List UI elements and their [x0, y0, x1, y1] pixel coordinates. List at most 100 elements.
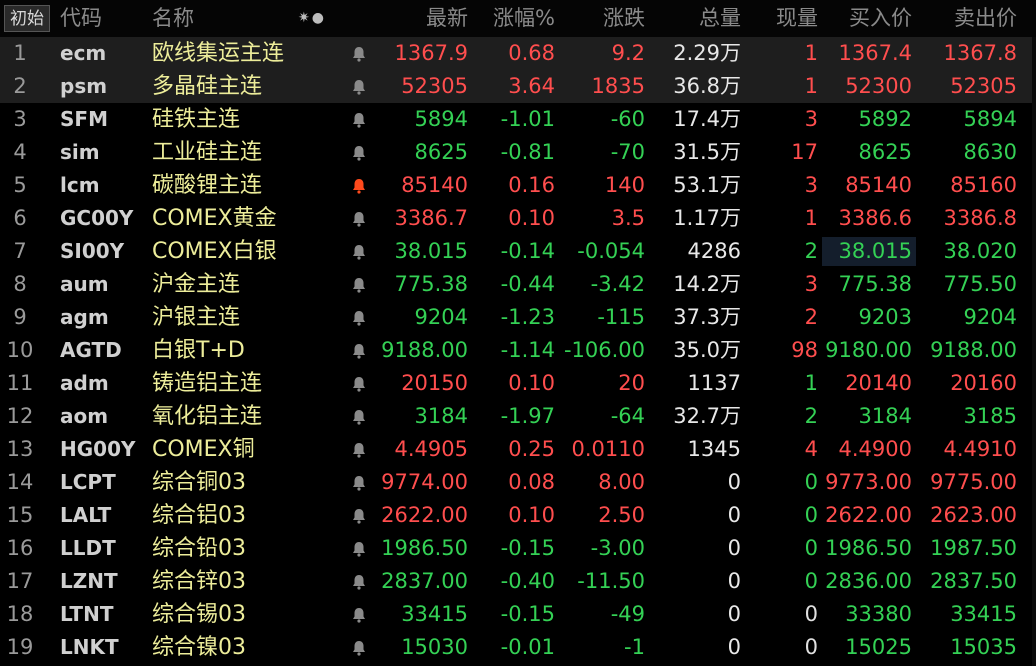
table-row[interactable]: 7 SI00Y COMEX白银 38.015 -0.14 -0.054 4286 2 38.01… — [0, 235, 1036, 268]
alert-bell-icon[interactable] — [350, 144, 368, 162]
col-last-header[interactable]: 最新 — [370, 0, 468, 37]
ask-price: 9775.00 — [930, 470, 1017, 494]
ask-price: 9188.00 — [930, 338, 1017, 362]
table-row[interactable]: 16 LLDT 综合铅03 1986.50 -0.15 -3.00 0 0 1986.50 198… — [0, 532, 1036, 565]
alert-bell-icon[interactable] — [350, 243, 368, 261]
change-percent: 0.10 — [508, 371, 555, 395]
alert-bell-icon[interactable] — [350, 639, 368, 657]
row-index: 6 — [13, 206, 27, 230]
col-cur-header[interactable]: 现量 — [742, 0, 818, 37]
table-row[interactable]: 17 LZNT 综合锌03 2837.00 -0.40 -11.50 0 0 2836.00 28… — [0, 565, 1036, 598]
volume-value: 4286 — [687, 239, 741, 263]
bid-price: 3184 — [858, 404, 912, 428]
table-row[interactable]: 3 SFM 硅铁主连 5894 -1.01 -60 17.4万 3 5892 5894 — [0, 103, 1036, 136]
current-volume: 0 — [804, 602, 818, 626]
ask-price: 775.50 — [943, 272, 1017, 296]
instrument-name: 综合铝03 — [152, 503, 246, 528]
table-row[interactable]: 18 LTNT 综合锡03 33415 -0.15 -49 0 0 33380 33415 — [0, 598, 1036, 631]
alert-bell-icon[interactable] — [350, 177, 368, 195]
last-price: 38.015 — [394, 239, 468, 263]
alert-filter-icon[interactable]: ✷● — [298, 0, 326, 37]
row-index: 2 — [13, 74, 27, 98]
table-row[interactable]: 4 sim 工业硅主连 8625 -0.81 -70 31.5万 17 8625 8630 — [0, 136, 1036, 169]
last-price: 85140 — [401, 173, 468, 197]
alert-bell-icon[interactable] — [350, 375, 368, 393]
table-row[interactable]: 1 ecm 欧线集运主连 1367.9 0.68 9.2 2.29万 1 1367.4 1367.… — [0, 37, 1036, 70]
ask-price: 4.4910 — [943, 437, 1017, 461]
bid-price: 38.015 — [838, 239, 912, 263]
alert-bell-icon[interactable] — [350, 342, 368, 360]
table-row[interactable]: 10 AGTD 白银T+D 9188.00 -1.14 -106.00 35.0万 98 918… — [0, 334, 1036, 367]
instrument-code: adm — [60, 371, 109, 395]
change-percent: -1.23 — [500, 305, 555, 329]
current-volume: 0 — [804, 569, 818, 593]
change-amount: -3.42 — [590, 272, 645, 296]
change-percent: -0.01 — [500, 635, 555, 659]
volume-unit: 万 — [720, 272, 741, 296]
col-code-header[interactable]: 代码 — [60, 0, 102, 37]
col-bid-header[interactable]: 买入价 — [820, 0, 912, 37]
alert-bell-icon[interactable] — [350, 573, 368, 591]
table-row[interactable]: 8 aum 沪金主连 775.38 -0.44 -3.42 14.2万 3 775.38 775.… — [0, 268, 1036, 301]
current-volume: 3 — [804, 272, 818, 296]
table-row[interactable]: 2 psm 多晶硅主连 52305 3.64 1835 36.8万 1 52300 52305 — [0, 70, 1036, 103]
last-price: 775.38 — [394, 272, 468, 296]
alert-bell-icon[interactable] — [350, 210, 368, 228]
total-volume: 0 — [645, 532, 741, 565]
last-price: 9204 — [414, 305, 468, 329]
volume-value: 31.5 — [673, 140, 720, 164]
change-amount: -64 — [610, 404, 645, 428]
ask-price: 20160 — [950, 371, 1017, 395]
bid-price: 3386.6 — [838, 206, 912, 230]
instrument-name: 多晶硅主连 — [152, 74, 263, 99]
alert-bell-icon[interactable] — [350, 111, 368, 129]
change-percent: 0.25 — [508, 437, 555, 461]
quote-table: 初始 代码 名称 ✷● 最新 涨幅% 涨跌 总量 现量 买入价 卖出价 1 ecm… — [0, 0, 1036, 666]
alert-bell-icon[interactable] — [350, 309, 368, 327]
instrument-name: 碳酸锂主连 — [152, 173, 263, 198]
col-chg-header[interactable]: 涨跌 — [556, 0, 645, 37]
instrument-name: 白银T+D — [152, 338, 245, 363]
volume-unit: 万 — [720, 140, 741, 164]
alert-bell-icon[interactable] — [350, 276, 368, 294]
change-percent: -0.44 — [500, 272, 555, 296]
scrollbar[interactable] — [1032, 37, 1036, 666]
ask-price: 38.020 — [943, 239, 1017, 263]
table-row[interactable]: 14 LCPT 综合铜03 9774.00 0.08 8.00 0 0 9773.00 9775.… — [0, 466, 1036, 499]
instrument-code: sim — [60, 140, 100, 164]
change-amount: -49 — [610, 602, 645, 626]
reset-sort-button[interactable]: 初始 — [4, 5, 50, 32]
total-volume: 14.2万 — [645, 268, 741, 301]
col-pct-header[interactable]: 涨幅% — [470, 0, 555, 37]
table-row[interactable]: 15 LALT 综合铝03 2622.00 0.10 2.50 0 0 2622.00 2623.… — [0, 499, 1036, 532]
bid-price: 2836.00 — [825, 569, 912, 593]
alert-bell-icon[interactable] — [350, 474, 368, 492]
col-name-header[interactable]: 名称 — [152, 0, 194, 37]
volume-value: 37.3 — [673, 305, 720, 329]
table-row[interactable]: 6 GC00Y COMEX黄金 3386.7 0.10 3.5 1.17万 1 3386.6 33… — [0, 202, 1036, 235]
bid-price: 20140 — [845, 371, 912, 395]
col-ask-header[interactable]: 卖出价 — [915, 0, 1017, 37]
alert-bell-icon[interactable] — [350, 78, 368, 96]
bid-price: 1986.50 — [825, 536, 912, 560]
table-row[interactable]: 19 LNKT 综合镍03 15030 -0.01 -1 0 0 15025 15035 — [0, 631, 1036, 664]
table-row[interactable]: 11 adm 铸造铝主连 20150 0.10 20 1137 1 20140 20160 — [0, 367, 1036, 400]
alert-bell-icon[interactable] — [350, 606, 368, 624]
instrument-name: 欧线集运主连 — [152, 41, 285, 66]
table-row[interactable]: 5 lcm 碳酸锂主连 85140 0.16 140 53.1万 3 85140 85160 — [0, 169, 1036, 202]
volume-value: 36.8 — [673, 74, 720, 98]
table-row[interactable]: 13 HG00Y COMEX铜 4.4905 0.25 0.0110 1345 4 4.4900… — [0, 433, 1036, 466]
last-price: 3386.7 — [394, 206, 468, 230]
col-vol-header[interactable]: 总量 — [645, 0, 741, 37]
alert-bell-icon[interactable] — [350, 45, 368, 63]
last-price: 52305 — [401, 74, 468, 98]
table-row[interactable]: 12 aom 氧化铝主连 3184 -1.97 -64 32.7万 2 3184 3185 — [0, 400, 1036, 433]
alert-bell-icon[interactable] — [350, 507, 368, 525]
alert-bell-icon[interactable] — [350, 540, 368, 558]
alert-bell-icon[interactable] — [350, 408, 368, 426]
bid-price: 85140 — [845, 173, 912, 197]
table-row[interactable]: 9 agm 沪银主连 9204 -1.23 -115 37.3万 2 9203 9204 — [0, 301, 1036, 334]
current-volume: 2 — [804, 305, 818, 329]
alert-bell-icon[interactable] — [350, 441, 368, 459]
last-price: 5894 — [414, 107, 468, 131]
